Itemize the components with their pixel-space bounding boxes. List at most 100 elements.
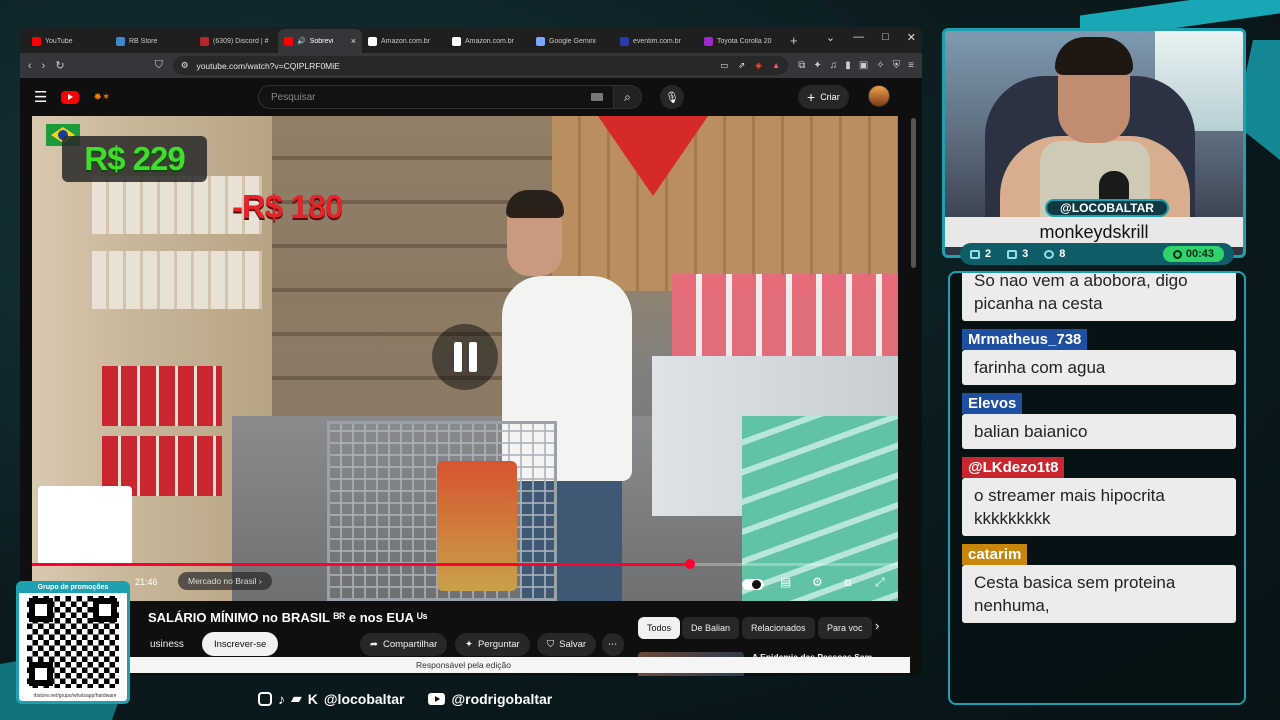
tab-label: Sobrevi	[309, 37, 334, 45]
autoplay-toggle[interactable]	[742, 579, 764, 590]
social-handle-1: @locobaltar	[323, 690, 405, 707]
share-button[interactable]: ➦ Compartilhar	[360, 633, 448, 656]
browser-tab[interactable]: Amazon.com.br	[446, 29, 530, 53]
miniplayer-icon[interactable]: ⧈	[844, 575, 852, 590]
chat-username: Elevos	[962, 393, 1023, 414]
keyboard-icon[interactable]	[591, 93, 603, 101]
browser-tab[interactable]: Toyota Corolla 20	[698, 29, 782, 53]
speaker-icon[interactable]: 🔊	[297, 37, 306, 45]
tab-favicon-icon	[536, 36, 545, 46]
filter-chip[interactable]: Relacionados	[742, 617, 815, 639]
chat-text: Cesta basica sem proteina nenhuma,	[962, 565, 1236, 623]
viewer-count: 8	[1044, 248, 1065, 260]
browser-tab[interactable]: (6309) Discord | #	[194, 29, 278, 53]
chapter-button[interactable]: Mercado no Brasil ›	[178, 572, 272, 590]
create-button[interactable]: + Criar	[798, 85, 849, 109]
more-icon: ⋯	[608, 639, 618, 650]
video-frame-shelf-row	[102, 366, 222, 426]
scrollbar[interactable]	[911, 118, 916, 268]
tab-favicon-icon	[368, 36, 377, 46]
browser-tab[interactable]: YouTube	[26, 29, 110, 53]
music-icon[interactable]: ♫	[830, 60, 838, 71]
tab-favicon-icon	[284, 36, 293, 46]
voice-search-button[interactable]: 🎙	[660, 85, 684, 109]
chat-message: @LKdezo1t8 o streamer mais hipocrita kkkk…	[962, 457, 1236, 536]
filter-chip[interactable]: De Balian	[682, 617, 740, 639]
viewer-count-value: 8	[1059, 248, 1066, 260]
search-icon: ⌕	[624, 89, 631, 104]
search-input[interactable]: Pesquisar	[258, 85, 614, 109]
subtitles-icon[interactable]: ▤	[780, 575, 791, 589]
url-text: youtube.com/watch?v=CQIPLRF0MiE	[196, 60, 340, 71]
video-player[interactable]: R$ 229 -R$ 180 21:46 Mercado no Brasil ›…	[32, 116, 898, 601]
browser-tab[interactable]: 🔊 Sobrevi ×	[278, 29, 362, 53]
filter-chip[interactable]: Para voc	[818, 617, 872, 639]
share-icon[interactable]: ⇗	[738, 60, 745, 71]
save-button[interactable]: ⛉ Salvar	[537, 633, 597, 656]
subscribe-button[interactable]: Inscrever-se	[202, 632, 279, 656]
close-tab-icon[interactable]: ×	[351, 36, 356, 46]
settings-gear-icon[interactable]: ⚙	[812, 575, 823, 589]
browser-tab[interactable]: RB Store	[110, 29, 194, 53]
viewers-icon	[1044, 249, 1055, 259]
extensions-icon[interactable]: ⧉	[798, 60, 805, 71]
fullscreen-icon[interactable]: ⤢	[875, 575, 885, 590]
more-actions-button[interactable]: ⋯	[602, 633, 624, 656]
video-title: SALÁRIO MÍNIMO no BRASIL ᴮᴿ e nos EUA ᵁˢ	[148, 610, 428, 625]
brave-shield-icon[interactable]: ◈	[755, 60, 762, 71]
wallet-icon[interactable]: ▣	[859, 60, 868, 71]
ask-button[interactable]: ✦ Perguntar	[455, 633, 530, 656]
chevron-down-icon[interactable]: ⌄	[826, 31, 835, 44]
youtube-logo[interactable]	[61, 90, 80, 104]
maximize-button[interactable]: □	[882, 31, 889, 44]
video-time: 21:46	[135, 577, 158, 587]
tab-favicon-icon	[620, 36, 629, 46]
channel-name[interactable]: usiness	[150, 639, 184, 650]
sparkle-icon: ✦	[465, 639, 473, 650]
progress-fill	[32, 563, 691, 566]
tiktok-icon: ♪	[278, 690, 285, 707]
site-info-icon[interactable]: ⚙	[181, 60, 189, 71]
filter-chip[interactable]: Todos	[638, 617, 681, 639]
browser-tab[interactable]: Amazon.com.br	[362, 29, 446, 53]
close-window-button[interactable]: ✕	[907, 31, 916, 44]
minimize-button[interactable]: —	[853, 31, 864, 44]
chat-message: Elevos balian baianico	[962, 393, 1236, 449]
menu-icon[interactable]: ≡	[908, 60, 914, 71]
chevron-right-icon[interactable]: ›	[875, 618, 879, 633]
ai-icon[interactable]: ✧	[876, 60, 884, 71]
reload-icon[interactable]: ↻	[55, 59, 64, 72]
back-icon[interactable]: ‹	[28, 60, 32, 72]
tab-strip: YouTube RB Store (6309) Discord | # 🔊 Sobrev…	[20, 27, 922, 53]
pause-icon[interactable]	[432, 324, 498, 390]
forward-icon[interactable]: ›	[42, 60, 46, 72]
account-avatar[interactable]	[868, 85, 890, 107]
search-placeholder: Pesquisar	[271, 91, 316, 103]
browser-tab[interactable]: Google Gemini	[530, 29, 614, 53]
address-bar: ‹ › ↻ ⛉ ⚙ youtube.com/watch?v=CQIPLRF0Mi…	[20, 53, 922, 78]
sidebar-icon[interactable]: ▮	[845, 60, 851, 71]
browser-tab[interactable]: eventim.com.br	[614, 29, 698, 53]
url-field[interactable]: ⚙ youtube.com/watch?v=CQIPLRF0MiE ▭ ⇗ ◈ …	[172, 56, 789, 75]
progress-bar[interactable]	[32, 559, 898, 569]
video-frame-packages	[742, 416, 898, 601]
tab-favicon-icon	[452, 36, 461, 46]
bookmark-icon[interactable]: ⛉	[155, 59, 163, 72]
window-controls: ⌄ — □ ✕	[826, 31, 916, 44]
mic-icon: 🎙	[665, 91, 679, 104]
price-overlay: R$ 229	[62, 136, 207, 182]
vpn-icon[interactable]: ⛨	[893, 60, 901, 71]
new-tab-button[interactable]: +	[782, 33, 806, 53]
chat-text: balian baianico	[962, 414, 1236, 449]
chat-panel: So nao vem a abobora, digo picanha na ce…	[948, 271, 1246, 705]
tab-label: YouTube	[45, 37, 73, 45]
webcam-streamer	[1055, 37, 1133, 75]
youtube-icon	[1007, 249, 1018, 259]
leo-icon[interactable]: ✦	[813, 60, 821, 71]
tab-favicon-icon	[116, 36, 125, 46]
search-button[interactable]: ⌕	[614, 85, 642, 109]
brave-rewards-icon[interactable]: ▲	[772, 60, 780, 71]
toolbar-icons: ⧉ ✦ ♫ ▮ ▣ ✧ ⛨ ≡	[798, 60, 914, 71]
hamburger-menu-icon[interactable]: ☰	[34, 88, 47, 106]
cast-icon[interactable]: ▭	[720, 60, 728, 71]
